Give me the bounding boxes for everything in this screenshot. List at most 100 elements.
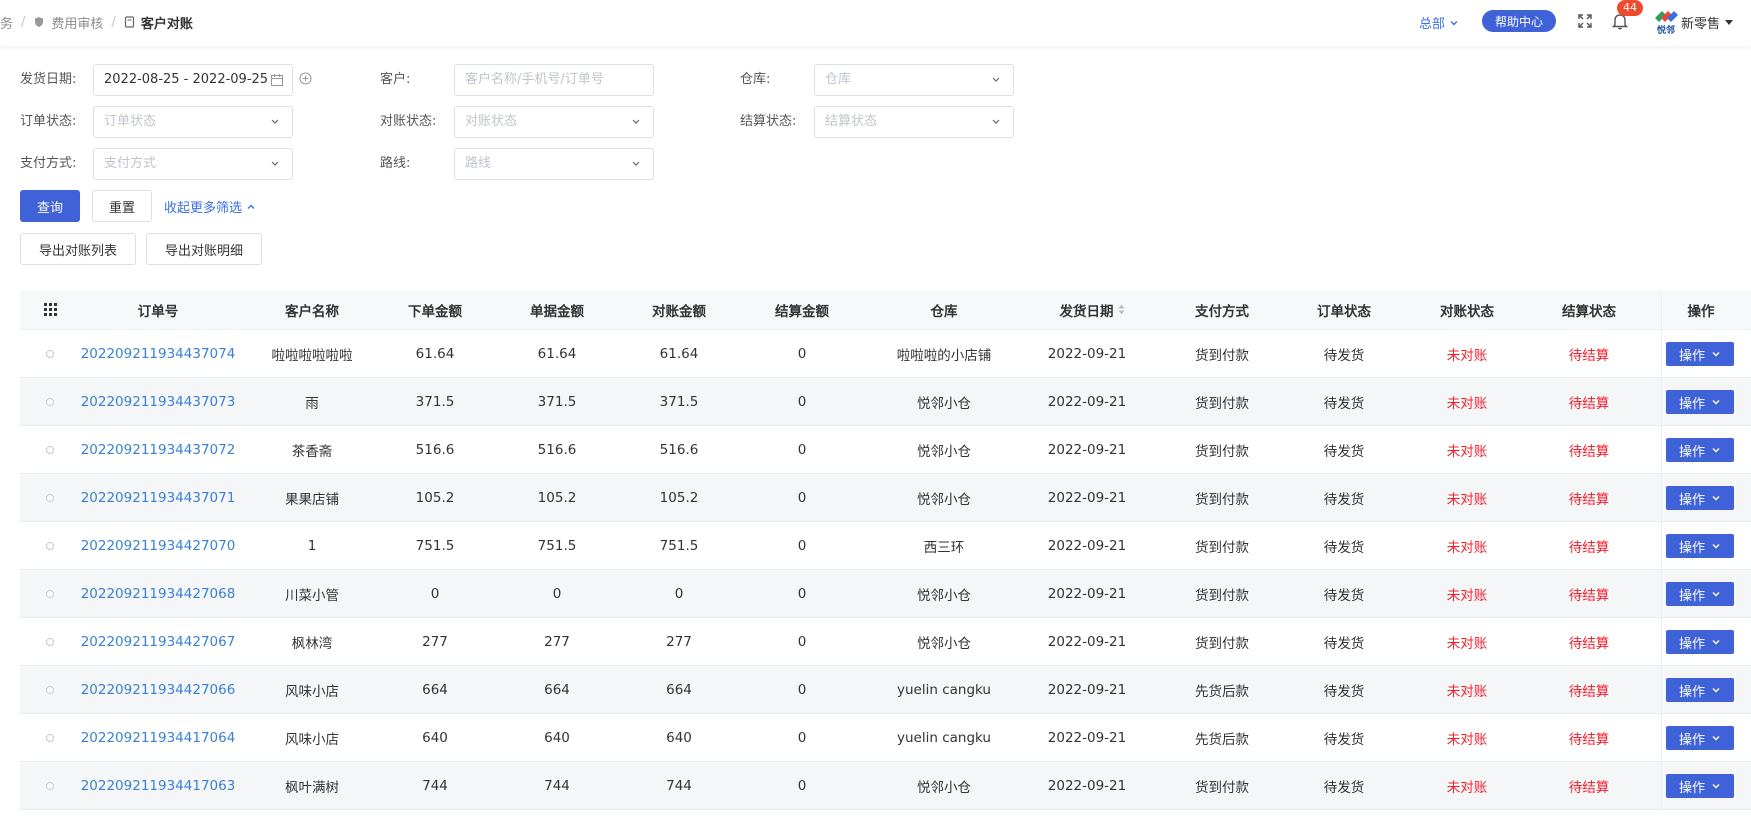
table-row[interactable]: 202209211934417063 枫叶满树 744 744 744 0 悦邻… bbox=[20, 762, 1751, 810]
row-radio[interactable] bbox=[20, 714, 80, 761]
operation-dropdown-button[interactable]: 操作 bbox=[1666, 774, 1734, 798]
store-selector[interactable]: 新零售 bbox=[1681, 13, 1734, 32]
column-settle-amount: 结算金额 bbox=[775, 303, 829, 320]
customer-search-input[interactable]: 客户名称/手机号/订单号 bbox=[454, 64, 654, 96]
row-radio[interactable] bbox=[20, 330, 80, 377]
warehouse-name: 悦邻小仓 bbox=[917, 635, 971, 652]
fullscreen-icon[interactable] bbox=[1577, 13, 1593, 29]
operations-cell: 操作 bbox=[1661, 666, 1751, 713]
ship-date-range-input[interactable]: 2022-08-25 - 2022-09-25 bbox=[93, 64, 293, 96]
operation-dropdown-button[interactable]: 操作 bbox=[1666, 534, 1734, 558]
order-amount: 744 bbox=[422, 777, 448, 794]
operation-dropdown-button[interactable]: 操作 bbox=[1666, 630, 1734, 654]
order-status: 待发货 bbox=[1323, 779, 1365, 796]
recon-status: 未对账 bbox=[1446, 731, 1488, 748]
row-radio[interactable] bbox=[20, 570, 80, 617]
order-number-link[interactable]: 202209211934417063 bbox=[81, 762, 236, 809]
settle-status: 待结算 bbox=[1568, 491, 1610, 508]
column-ship-date[interactable]: 发货日期 bbox=[1037, 290, 1147, 329]
plus-circle-icon[interactable] bbox=[299, 72, 312, 85]
radio-icon bbox=[46, 493, 54, 502]
order-number-link[interactable]: 202209211934427067 bbox=[81, 618, 236, 665]
row-radio[interactable] bbox=[20, 522, 80, 569]
recon-amount: 744 bbox=[666, 777, 692, 794]
operation-dropdown-button[interactable]: 操作 bbox=[1666, 678, 1734, 702]
row-radio[interactable] bbox=[20, 378, 80, 425]
warehouse-select[interactable]: 仓库 bbox=[814, 64, 1014, 96]
table-row[interactable]: 202209211934427068 川菜小管 0 0 0 0 悦邻小仓 202… bbox=[20, 570, 1751, 618]
warehouse-name: yuelin cangku bbox=[897, 729, 991, 746]
order-status: 待发货 bbox=[1323, 347, 1365, 364]
settle-status: 待结算 bbox=[1568, 443, 1610, 460]
row-radio[interactable] bbox=[20, 474, 80, 521]
collapse-filters-link[interactable]: 收起更多筛选 bbox=[164, 197, 256, 216]
column-settings[interactable] bbox=[20, 290, 80, 329]
order-number-link[interactable]: 202209211934417064 bbox=[81, 714, 236, 761]
operation-dropdown-button[interactable]: 操作 bbox=[1666, 486, 1734, 510]
order-amount: 61.64 bbox=[415, 345, 455, 362]
column-order-status: 订单状态 bbox=[1317, 303, 1371, 320]
order-number-link[interactable]: 202209211934427066 bbox=[81, 666, 236, 713]
recon-status-label: 对账状态: bbox=[380, 114, 437, 129]
pay-method-select[interactable]: 支付方式 bbox=[93, 148, 293, 180]
customer-name: 枫叶满树 bbox=[285, 779, 339, 796]
row-radio[interactable] bbox=[20, 762, 80, 809]
row-radio[interactable] bbox=[20, 426, 80, 473]
settle-amount: 0 bbox=[797, 777, 807, 794]
order-number-link[interactable]: 202209211934437073 bbox=[81, 378, 236, 425]
settle-amount: 0 bbox=[797, 345, 807, 362]
operation-dropdown-button[interactable]: 操作 bbox=[1666, 582, 1734, 606]
operation-dropdown-button[interactable]: 操作 bbox=[1666, 438, 1734, 462]
org-selector[interactable]: 总部 bbox=[1419, 13, 1459, 32]
order-number-link[interactable]: 202209211934427070 bbox=[81, 522, 236, 569]
table-row[interactable]: 202209211934427070 1 751.5 751.5 751.5 0… bbox=[20, 522, 1751, 570]
radio-icon bbox=[46, 541, 54, 550]
warehouse-name: 悦邻小仓 bbox=[917, 443, 971, 460]
operation-dropdown-button[interactable]: 操作 bbox=[1666, 726, 1734, 750]
customer-name: 风味小店 bbox=[285, 683, 339, 700]
table-row[interactable]: 202209211934417064 风味小店 640 640 640 0 yu… bbox=[20, 714, 1751, 762]
operation-dropdown-button[interactable]: 操作 bbox=[1666, 390, 1734, 414]
sort-icon[interactable] bbox=[1118, 304, 1125, 315]
table-row[interactable]: 202209211934427066 风味小店 664 664 664 0 yu… bbox=[20, 666, 1751, 714]
export-recon-list-button[interactable]: 导出对账列表 bbox=[20, 233, 136, 265]
order-number-link[interactable]: 202209211934437071 bbox=[81, 474, 236, 521]
table-row[interactable]: 202209211934427067 枫林湾 277 277 277 0 悦邻小… bbox=[20, 618, 1751, 666]
column-pay-method: 支付方式 bbox=[1195, 303, 1249, 320]
operations-cell: 操作 bbox=[1661, 426, 1751, 473]
order-number-link[interactable]: 202209211934427068 bbox=[81, 570, 236, 617]
settle-status: 待结算 bbox=[1568, 779, 1610, 796]
help-center-button[interactable]: 帮助中心 bbox=[1482, 10, 1556, 32]
customer-name: 雨 bbox=[305, 395, 319, 412]
bill-amount: 744 bbox=[544, 777, 570, 794]
row-radio[interactable] bbox=[20, 666, 80, 713]
radio-icon bbox=[46, 397, 54, 406]
bill-amount: 516.6 bbox=[537, 441, 577, 458]
pay-method: 先货后款 bbox=[1195, 731, 1249, 748]
query-button[interactable]: 查询 bbox=[20, 190, 80, 222]
order-status-select[interactable]: 订单状态 bbox=[93, 106, 293, 138]
settle-amount: 0 bbox=[797, 729, 807, 746]
order-number-link[interactable]: 202209211934437074 bbox=[81, 330, 236, 377]
table-row[interactable]: 202209211934437072 茶香斋 516.6 516.6 516.6… bbox=[20, 426, 1751, 474]
order-status: 待发货 bbox=[1323, 731, 1365, 748]
row-radio[interactable] bbox=[20, 618, 80, 665]
route-select[interactable]: 路线 bbox=[454, 148, 654, 180]
reset-button[interactable]: 重置 bbox=[92, 190, 152, 222]
ship-date: 2022-09-21 bbox=[1047, 585, 1127, 602]
settle-status-select[interactable]: 结算状态 bbox=[814, 106, 1014, 138]
notification-badge: 44 bbox=[1617, 0, 1643, 16]
settle-status: 待结算 bbox=[1568, 683, 1610, 700]
table-row[interactable]: 202209211934437074 啦啦啦啦啦啦 61.64 61.64 61… bbox=[20, 330, 1751, 378]
table-row[interactable]: 202209211934437073 雨 371.5 371.5 371.5 0… bbox=[20, 378, 1751, 426]
settle-amount: 0 bbox=[797, 585, 807, 602]
order-number-link[interactable]: 202209211934437072 bbox=[81, 426, 236, 473]
pay-method: 货到付款 bbox=[1195, 395, 1249, 412]
table-row[interactable]: 202209211934437071 果果店铺 105.2 105.2 105.… bbox=[20, 474, 1751, 522]
operations-cell: 操作 bbox=[1661, 570, 1751, 617]
recon-status-select[interactable]: 对账状态 bbox=[454, 106, 654, 138]
operation-dropdown-button[interactable]: 操作 bbox=[1666, 342, 1734, 366]
breadcrumb-item-audit[interactable]: 费用审核 bbox=[33, 13, 103, 32]
export-recon-detail-button[interactable]: 导出对账明细 bbox=[146, 233, 262, 265]
breadcrumb-item-parent[interactable]: 务 bbox=[0, 13, 13, 32]
